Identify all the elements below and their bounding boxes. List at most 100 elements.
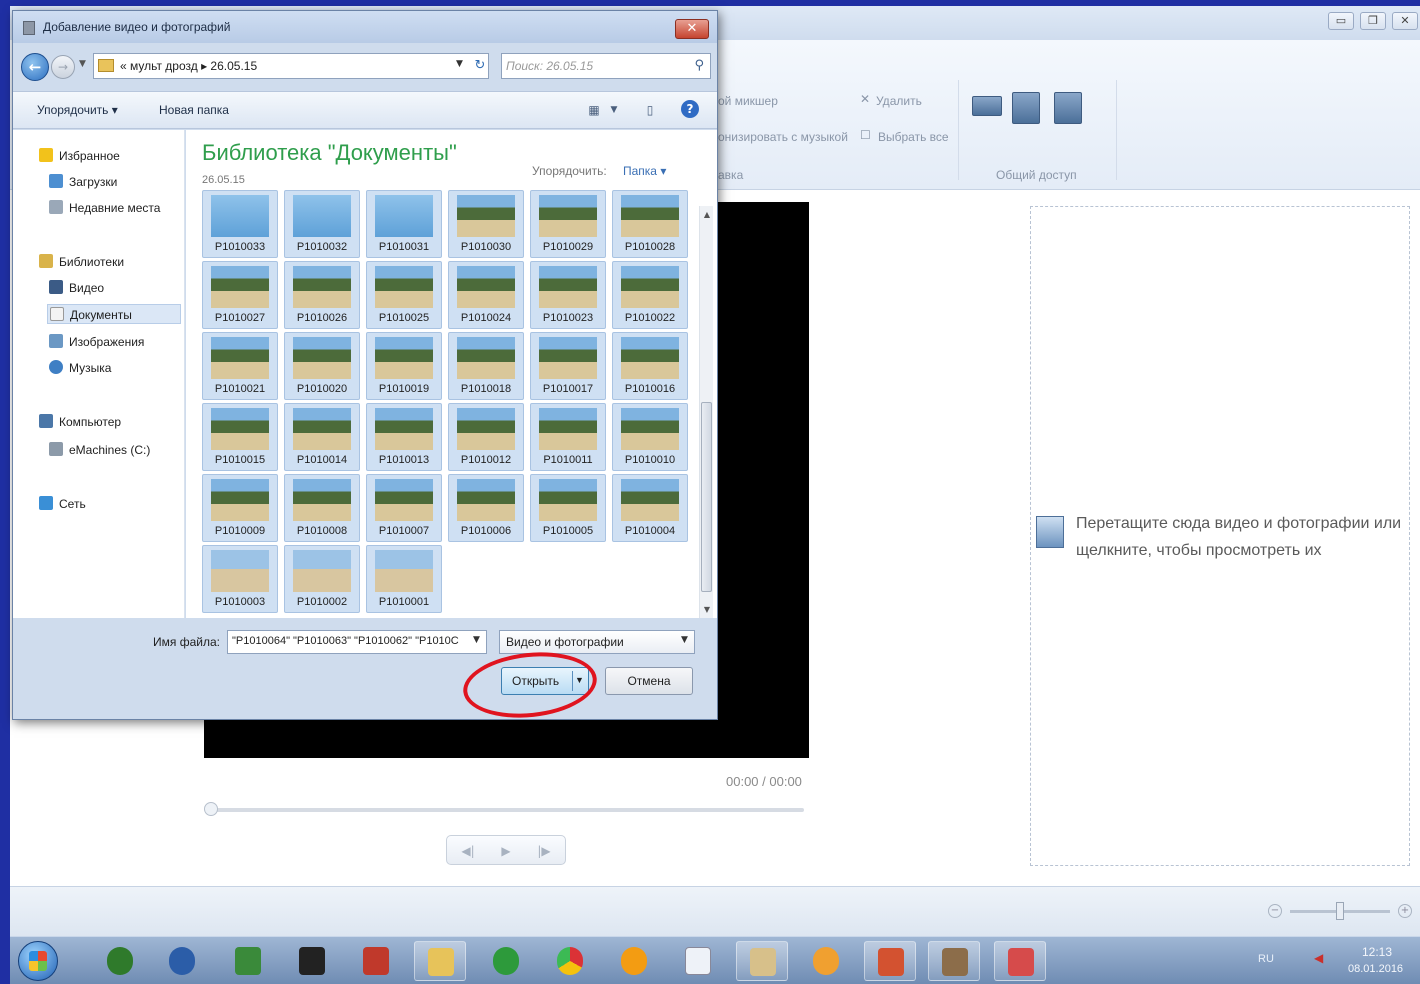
help-icon[interactable]: ? [681,100,699,118]
file-thumbnail[interactable]: P1010007 [366,474,442,542]
refresh-icon[interactable]: ↻ [472,56,488,76]
file-thumbnail[interactable]: P1010029 [530,190,606,258]
taskbar-app[interactable] [222,941,274,981]
next-frame-icon[interactable]: |▶ [529,841,559,861]
nav-computer[interactable]: Компьютер [39,412,121,432]
taskbar-app[interactable] [94,941,146,981]
file-thumbnail[interactable]: P1010001 [366,545,442,613]
scroll-thumb[interactable] [701,402,712,592]
share-icon[interactable] [1054,92,1082,124]
address-bar[interactable]: « мульт дрозд ▸ 26.05.15 ▼ ↻ [93,53,489,79]
file-thumbnail[interactable]: P1010004 [612,474,688,542]
taskbar-app[interactable] [544,941,596,981]
file-thumbnail[interactable]: P1010023 [530,261,606,329]
nav-recent[interactable]: Недавние места [49,198,160,218]
file-thumbnail[interactable]: P1010033 [202,190,278,258]
filetype-dropdown-icon[interactable]: ▼ [681,635,688,645]
taskbar-app[interactable] [286,941,338,981]
ribbon-select-all[interactable]: Выбрать все [878,130,949,144]
file-thumbnail[interactable]: P1010024 [448,261,524,329]
address-path[interactable]: « мульт дрозд ▸ 26.05.15 [120,59,257,73]
file-thumbnail[interactable]: P1010015 [202,403,278,471]
zoom-out-icon[interactable]: − [1268,904,1282,918]
filename-dropdown-icon[interactable]: ▼ [473,635,480,645]
view-dropdown-icon[interactable]: ▼ [605,101,623,119]
file-thumbnail[interactable]: P1010006 [448,474,524,542]
clock-date[interactable]: 08.01.2016 [1348,963,1403,975]
ribbon-delete[interactable]: Удалить [876,94,922,108]
file-thumbnail[interactable]: P1010003 [202,545,278,613]
share-icon[interactable] [1012,92,1040,124]
file-thumbnail[interactable]: P1010011 [530,403,606,471]
file-thumbnail[interactable]: P1010009 [202,474,278,542]
taskbar-app[interactable] [800,941,852,981]
nav-video[interactable]: Видео [49,278,104,298]
nav-libraries[interactable]: Библиотеки [39,252,124,272]
cancel-button[interactable]: Отмена [605,667,693,695]
youtube-share-icon[interactable] [972,96,1002,116]
taskbar-app[interactable] [608,941,660,981]
nav-downloads[interactable]: Загрузки [49,172,117,192]
ribbon-sync-music[interactable]: онизировать с музыкой [718,130,848,144]
arrange-by-dropdown[interactable]: Папка ▾ [623,164,666,178]
file-thumbnail[interactable]: P1010032 [284,190,360,258]
taskbar-app[interactable] [864,941,916,981]
taskbar-app[interactable] [994,941,1046,981]
file-thumbnail[interactable]: P1010027 [202,261,278,329]
taskbar-app[interactable] [736,941,788,981]
minimize-button[interactable]: ▭ [1328,12,1354,30]
file-thumbnail[interactable]: P1010019 [366,332,442,400]
file-scrollbar[interactable]: ▲ ▼ [699,206,713,618]
file-thumbnail[interactable]: P1010014 [284,403,360,471]
play-icon[interactable]: ▶ [491,841,521,861]
taskbar-app[interactable] [480,941,532,981]
file-thumbnail[interactable]: P1010005 [530,474,606,542]
file-thumbnail[interactable]: P1010008 [284,474,360,542]
clock-time[interactable]: 12:13 [1362,945,1392,959]
taskbar-app[interactable] [672,941,724,981]
taskbar-app-explorer[interactable] [414,941,466,981]
taskbar-app[interactable] [350,941,402,981]
nav-network[interactable]: Сеть [39,494,86,514]
ribbon-mixer[interactable]: ой микшер [718,94,778,108]
forward-button[interactable]: → [51,55,75,79]
file-thumbnail[interactable]: P1010021 [202,332,278,400]
start-button[interactable] [18,941,58,981]
scroll-up-icon[interactable]: ▲ [700,210,714,219]
nav-favorites[interactable]: Избранное [39,146,120,166]
nav-documents[interactable]: Документы [47,304,181,324]
zoom-thumb[interactable] [1336,902,1344,920]
close-button[interactable]: ✕ [1392,12,1418,30]
nav-music[interactable]: Музыка [49,358,111,378]
volume-icon[interactable]: ◀ [1314,951,1330,967]
language-indicator[interactable]: RU [1258,953,1274,965]
taskbar-app-movie-maker[interactable] [928,941,980,981]
taskbar-app[interactable] [156,941,208,981]
nav-pictures[interactable]: Изображения [49,332,144,352]
dialog-close-button[interactable]: ✕ [675,19,709,39]
file-thumbnail[interactable]: P1010018 [448,332,524,400]
previous-frame-icon[interactable]: ◀| [453,841,483,861]
file-thumbnail[interactable]: P1010002 [284,545,360,613]
file-thumbnail[interactable]: P1010012 [448,403,524,471]
file-thumbnail[interactable]: P1010031 [366,190,442,258]
file-thumbnail[interactable]: P1010028 [612,190,688,258]
restore-button[interactable]: ❐ [1360,12,1386,30]
seek-thumb[interactable] [204,802,218,816]
view-options-icon[interactable]: ▦ [585,101,603,119]
file-thumbnail[interactable]: P1010020 [284,332,360,400]
nav-drive-c[interactable]: eMachines (C:) [49,440,150,460]
organize-menu[interactable]: Упорядочить ▾ [37,103,118,117]
seek-bar[interactable] [210,808,804,812]
back-button[interactable]: ← [21,53,49,81]
zoom-in-icon[interactable]: + [1398,904,1412,918]
file-thumbnail[interactable]: P1010030 [448,190,524,258]
filename-input[interactable]: "P1010064" "P1010063" "P1010062" "P1010C [227,630,487,654]
file-thumbnail[interactable]: P1010013 [366,403,442,471]
new-folder-button[interactable]: Новая папка [159,103,229,117]
file-thumbnail[interactable]: P1010016 [612,332,688,400]
address-dropdown-icon[interactable]: ▼ [456,59,463,69]
preview-pane-icon[interactable]: ▯ [641,101,659,119]
history-dropdown-icon[interactable]: ▼ [79,59,86,69]
filetype-select[interactable]: Видео и фотографии [499,630,695,654]
